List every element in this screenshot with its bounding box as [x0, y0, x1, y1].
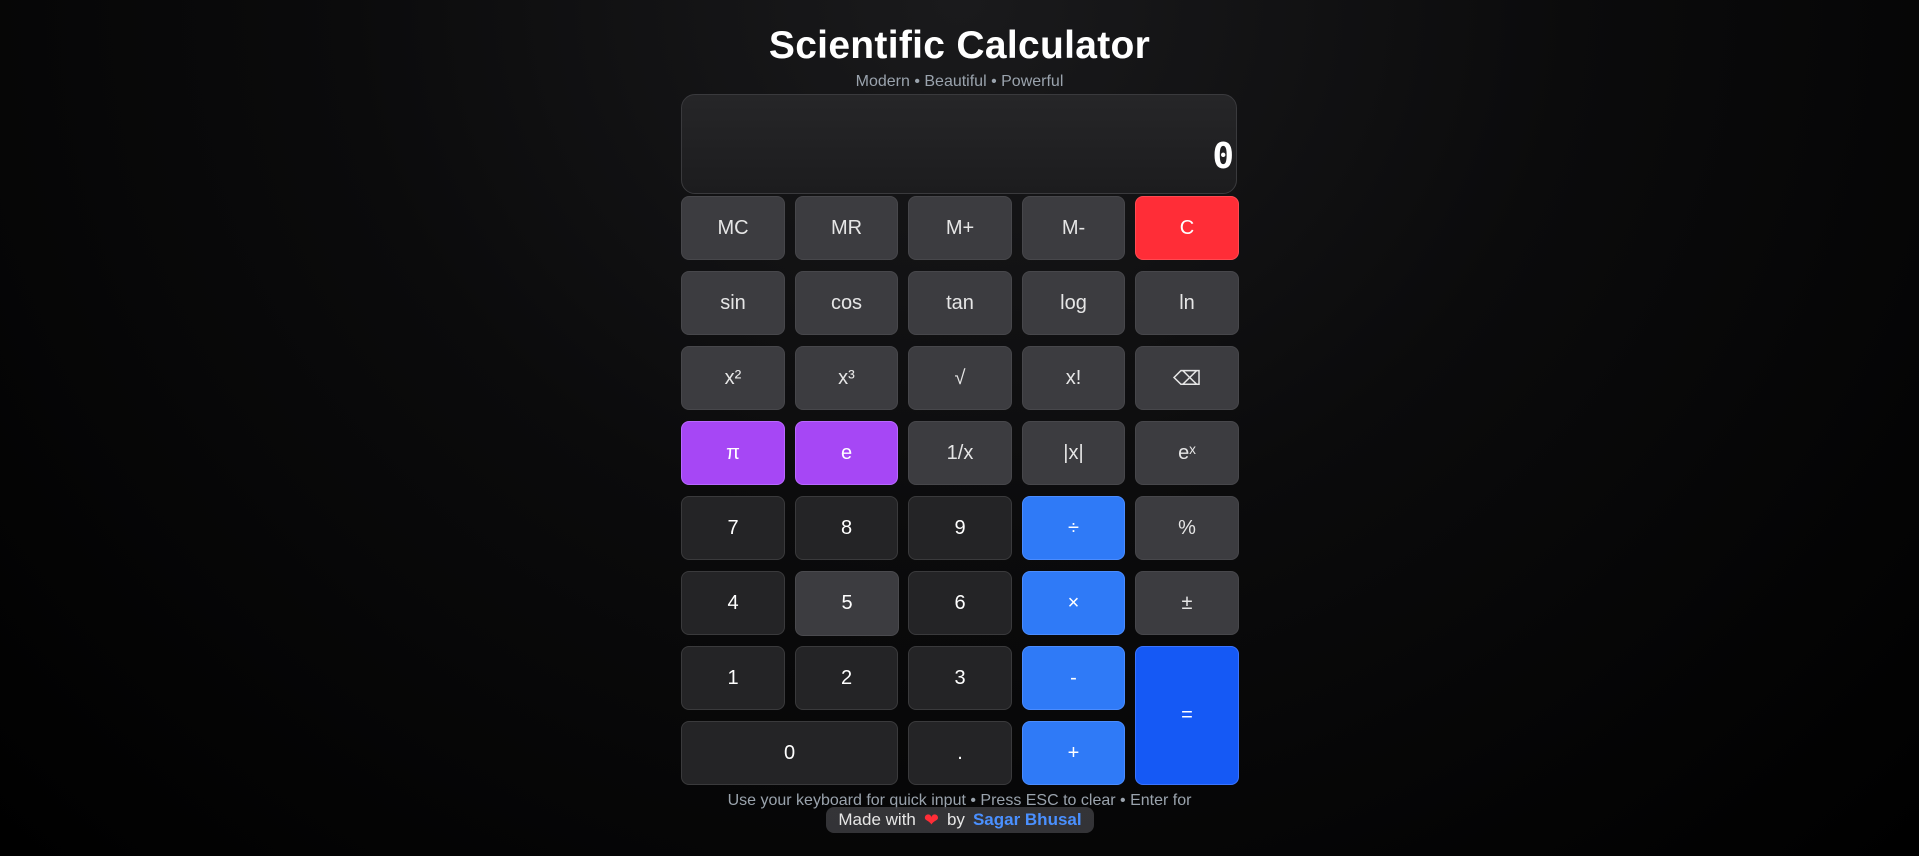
absolute-button[interactable]: |x| [1022, 421, 1125, 485]
memory-recall-button[interactable]: MR [795, 196, 898, 260]
digit-8-button[interactable]: 8 [795, 496, 898, 560]
pi-button[interactable]: π [681, 421, 785, 485]
author-link[interactable]: Sagar Bhusal [973, 810, 1082, 830]
plus-minus-button[interactable]: ± [1135, 571, 1239, 635]
factorial-button[interactable]: x! [1022, 346, 1125, 410]
divide-button[interactable]: ÷ [1022, 496, 1125, 560]
log-button[interactable]: log [1022, 271, 1125, 335]
heart-icon: ❤ [923, 810, 939, 830]
equals-button[interactable]: = [1135, 646, 1239, 785]
credit-badge: Made with ❤ by Sagar Bhusal [826, 807, 1094, 833]
memory-clear-button[interactable]: MC [681, 196, 785, 260]
digit-3-button[interactable]: 3 [908, 646, 1012, 710]
add-button[interactable]: + [1022, 721, 1125, 785]
square-button[interactable]: x² [681, 346, 785, 410]
sqrt-button[interactable]: √ [908, 346, 1012, 410]
clear-button[interactable]: C [1135, 196, 1239, 260]
page-title: Scientific Calculator [768, 24, 1151, 67]
digit-7-button[interactable]: 7 [681, 496, 785, 560]
digit-4-button[interactable]: 4 [681, 571, 785, 635]
memory-subtract-button[interactable]: M- [1022, 196, 1125, 260]
subtract-button[interactable]: - [1022, 646, 1125, 710]
by-label: by [946, 810, 965, 829]
digit-6-button[interactable]: 6 [908, 571, 1012, 635]
percent-button[interactable]: % [1135, 496, 1239, 560]
digit-1-button[interactable]: 1 [681, 646, 785, 710]
backspace-icon: ⌫ [1172, 367, 1202, 390]
reciprocal-button[interactable]: 1/x [908, 421, 1012, 485]
calculator: 0 MC MR M+ M- C sin cos tan log ln x² x³… [681, 94, 1239, 788]
backspace-button[interactable]: ⌫ [1135, 346, 1239, 410]
page-subtitle: Modern • Beautiful • Powerful [855, 73, 1064, 90]
exp-button[interactable]: eˣ [1135, 421, 1239, 485]
calculator-display: 0 [681, 94, 1237, 194]
decimal-button[interactable]: . [908, 721, 1012, 785]
ln-button[interactable]: ln [1135, 271, 1239, 335]
sin-button[interactable]: sin [681, 271, 785, 335]
cos-button[interactable]: cos [795, 271, 898, 335]
euler-button[interactable]: e [795, 421, 898, 485]
tan-button[interactable]: tan [908, 271, 1012, 335]
digit-9-button[interactable]: 9 [908, 496, 1012, 560]
digit-0-button[interactable]: 0 [681, 721, 898, 785]
made-with-label: Made with [838, 810, 916, 829]
digit-2-button[interactable]: 2 [795, 646, 898, 710]
display-value: 0 [1212, 136, 1234, 177]
memory-add-button[interactable]: M+ [908, 196, 1012, 260]
cube-button[interactable]: x³ [795, 346, 898, 410]
digit-5-button[interactable]: 5 [795, 571, 899, 636]
multiply-button[interactable]: × [1022, 571, 1125, 635]
